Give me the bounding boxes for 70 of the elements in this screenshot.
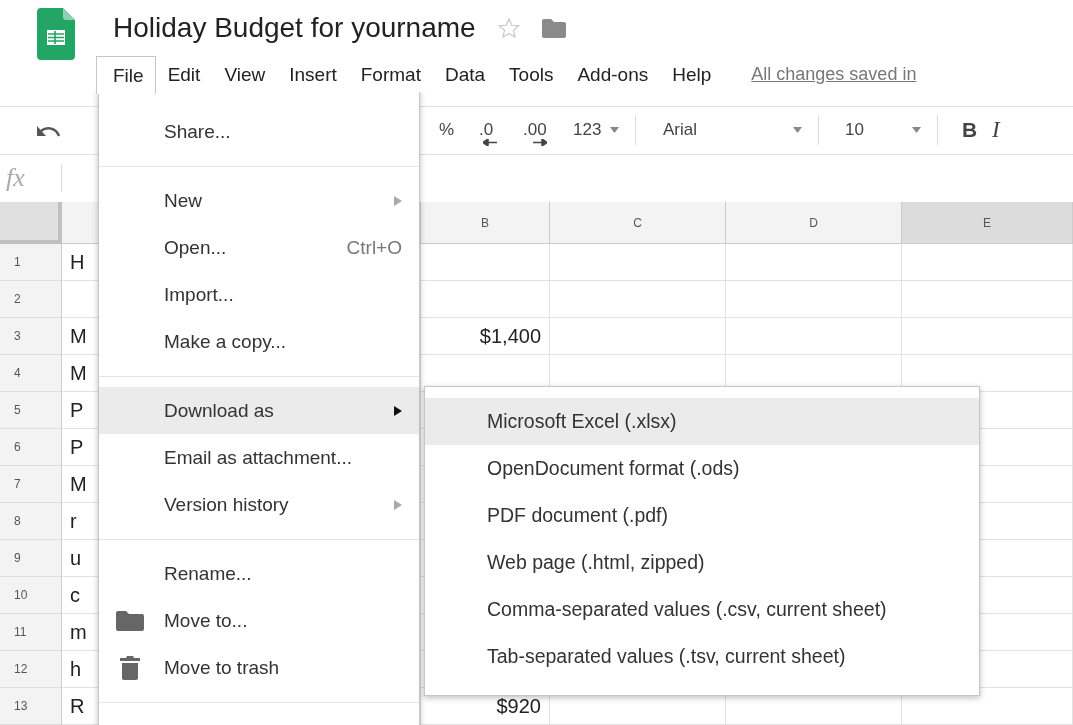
- menu-option[interactable]: Tab-separated values (.tsv, current sheet): [425, 633, 979, 680]
- row-header[interactable]: 10: [0, 577, 62, 614]
- menu-option[interactable]: Comma-separated values (.csv, current sheet): [425, 586, 979, 633]
- formula-label: fx: [0, 164, 62, 193]
- table-cell[interactable]: [902, 318, 1073, 355]
- menu-option[interactable]: OpenDocument format (.ods): [425, 445, 979, 492]
- row-header[interactable]: 13: [0, 688, 62, 725]
- table-cell[interactable]: [902, 281, 1073, 318]
- menu-option[interactable]: Move to trash: [99, 644, 419, 691]
- menu-option[interactable]: PDF document (.pdf): [425, 492, 979, 539]
- table-cell[interactable]: [421, 244, 550, 281]
- row-header[interactable]: 1: [0, 244, 62, 281]
- menu-item[interactable]: File: [96, 56, 156, 94]
- menu-option[interactable]: Microsoft Excel (.xlsx): [425, 398, 979, 445]
- menu-option[interactable]: New: [99, 177, 419, 224]
- folder-icon[interactable]: [541, 18, 566, 38]
- arrow-left-icon: [483, 139, 497, 147]
- row-header[interactable]: 7: [0, 466, 62, 503]
- arrow-right-icon: [533, 139, 547, 147]
- row-header[interactable]: 2: [0, 281, 62, 318]
- menu-option[interactable]: Rename...: [99, 550, 419, 597]
- row-header[interactable]: 11: [0, 614, 62, 651]
- menu-option[interactable]: Make a copy...: [99, 318, 419, 365]
- menu-option[interactable]: Open... Ctrl+O: [99, 224, 419, 271]
- caret-icon: [610, 127, 619, 134]
- increase-decimals-button[interactable]: .00: [517, 112, 567, 149]
- row-header[interactable]: 6: [0, 429, 62, 466]
- save-status-link[interactable]: All changes saved in: [751, 63, 917, 85]
- row-header[interactable]: 4: [0, 355, 62, 392]
- row-header[interactable]: 12: [0, 651, 62, 688]
- table-cell[interactable]: [421, 281, 550, 318]
- percent-button[interactable]: %: [433, 112, 473, 149]
- column-header[interactable]: D: [726, 202, 902, 244]
- select-all-corner[interactable]: [0, 202, 62, 244]
- font-size-dropdown[interactable]: 10: [829, 112, 927, 149]
- row-header[interactable]: 8: [0, 503, 62, 540]
- row-header[interactable]: 9: [0, 540, 62, 577]
- table-cell[interactable]: [550, 318, 726, 355]
- caret-icon: [793, 127, 802, 134]
- trash-icon: [120, 655, 140, 680]
- table-cell[interactable]: [726, 318, 902, 355]
- row-header[interactable]: 5: [0, 392, 62, 429]
- column-header[interactable]: B: [421, 202, 550, 244]
- folder-icon: [116, 610, 144, 631]
- menu-option[interactable]: Web page (.html, zipped): [425, 539, 979, 586]
- table-cell[interactable]: [726, 281, 902, 318]
- font-dropdown[interactable]: Arial: [646, 112, 808, 149]
- menu-option[interactable]: Import...: [99, 271, 419, 318]
- column-header[interactable]: E: [902, 202, 1073, 244]
- menu-option[interactable]: Share...: [99, 108, 419, 155]
- menu-option[interactable]: Download as: [99, 387, 419, 434]
- document-title[interactable]: Holiday Budget for yourname: [113, 12, 476, 44]
- bold-button[interactable]: B: [948, 112, 986, 149]
- menu-option[interactable]: Move to...: [99, 597, 419, 644]
- italic-button[interactable]: I: [986, 112, 1016, 149]
- column-header[interactable]: C: [550, 202, 726, 244]
- star-icon[interactable]: [497, 17, 520, 39]
- decrease-decimals-button[interactable]: .0: [473, 112, 517, 149]
- menu-option[interactable]: Email as attachment...: [99, 434, 419, 481]
- table-cell[interactable]: [550, 281, 726, 318]
- table-cell[interactable]: [550, 244, 726, 281]
- sheets-logo-icon[interactable]: [37, 8, 75, 60]
- shortcut-text: Ctrl+O: [346, 236, 402, 259]
- number-format-dropdown[interactable]: 123: [567, 112, 625, 149]
- table-cell[interactable]: [726, 244, 902, 281]
- caret-icon: [912, 127, 921, 134]
- menu-option[interactable]: Version history: [99, 481, 419, 528]
- table-cell[interactable]: $1,400: [421, 318, 550, 355]
- table-cell[interactable]: [902, 244, 1073, 281]
- row-header[interactable]: 3: [0, 318, 62, 355]
